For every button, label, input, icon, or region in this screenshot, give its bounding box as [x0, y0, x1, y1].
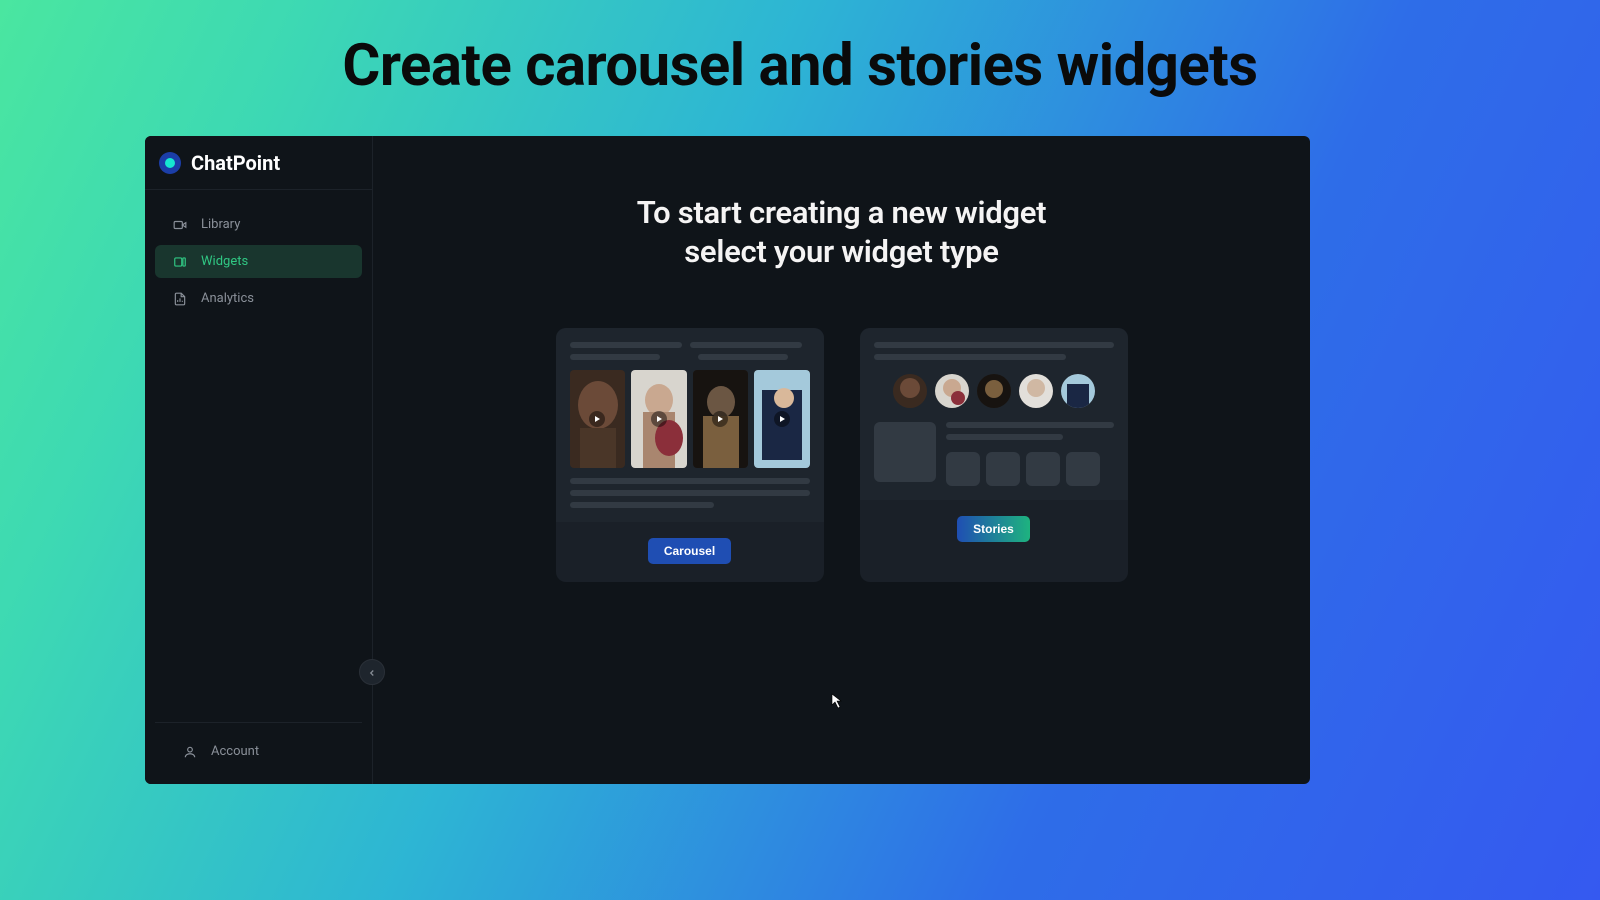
widget-card-stories[interactable]: Stories — [860, 328, 1128, 582]
heading-line: To start creating a new widget — [637, 194, 1047, 231]
user-icon — [183, 745, 197, 759]
play-icon — [712, 411, 728, 427]
story-circle — [1019, 374, 1053, 408]
carousel-preview — [556, 328, 824, 522]
heading-line: select your widget type — [684, 233, 998, 270]
card-footer: Stories — [860, 500, 1128, 560]
sidebar-item-label: Widgets — [201, 254, 248, 269]
app-window: ChatPoint Library Widgets Analytics — [145, 136, 1310, 784]
brand: ChatPoint — [145, 136, 372, 190]
preview-thumb — [570, 370, 626, 468]
main-content: To start creating a new widget select yo… — [373, 136, 1310, 784]
page-title: Create carousel and stories widgets — [0, 0, 1600, 100]
widget-type-cards: Carousel — [556, 328, 1128, 582]
play-icon — [589, 411, 605, 427]
stories-preview — [860, 328, 1128, 500]
widget-card-carousel[interactable]: Carousel — [556, 328, 824, 582]
sidebar-item-library[interactable]: Library — [155, 208, 362, 241]
video-icon — [173, 218, 187, 232]
sidebar-item-widgets[interactable]: Widgets — [155, 245, 362, 278]
brand-name: ChatPoint — [191, 151, 280, 175]
sidebar-collapse-button[interactable] — [359, 659, 385, 685]
carousel-button[interactable]: Carousel — [648, 538, 731, 564]
widgets-icon — [173, 255, 187, 269]
sidebar-nav: Library Widgets Analytics — [145, 190, 372, 315]
story-circle — [977, 374, 1011, 408]
sidebar-item-account[interactable]: Account — [165, 735, 352, 768]
story-circle — [935, 374, 969, 408]
play-icon — [651, 411, 667, 427]
preview-thumb — [693, 370, 749, 468]
stories-button[interactable]: Stories — [957, 516, 1030, 542]
chevron-left-icon — [367, 663, 377, 682]
sidebar-item-label: Account — [211, 744, 259, 759]
preview-thumb — [754, 370, 810, 468]
sidebar-item-label: Analytics — [201, 291, 254, 306]
sidebar: ChatPoint Library Widgets Analytics — [145, 136, 373, 784]
sidebar-item-analytics[interactable]: Analytics — [155, 282, 362, 315]
sidebar-footer: Account — [155, 722, 362, 784]
story-circle — [1061, 374, 1095, 408]
card-footer: Carousel — [556, 522, 824, 582]
play-icon — [774, 411, 790, 427]
main-heading: To start creating a new widget select yo… — [637, 194, 1047, 272]
preview-thumb — [631, 370, 687, 468]
brand-logo-icon — [159, 152, 181, 174]
analytics-icon — [173, 292, 187, 306]
sidebar-item-label: Library — [201, 217, 240, 232]
story-circle — [893, 374, 927, 408]
